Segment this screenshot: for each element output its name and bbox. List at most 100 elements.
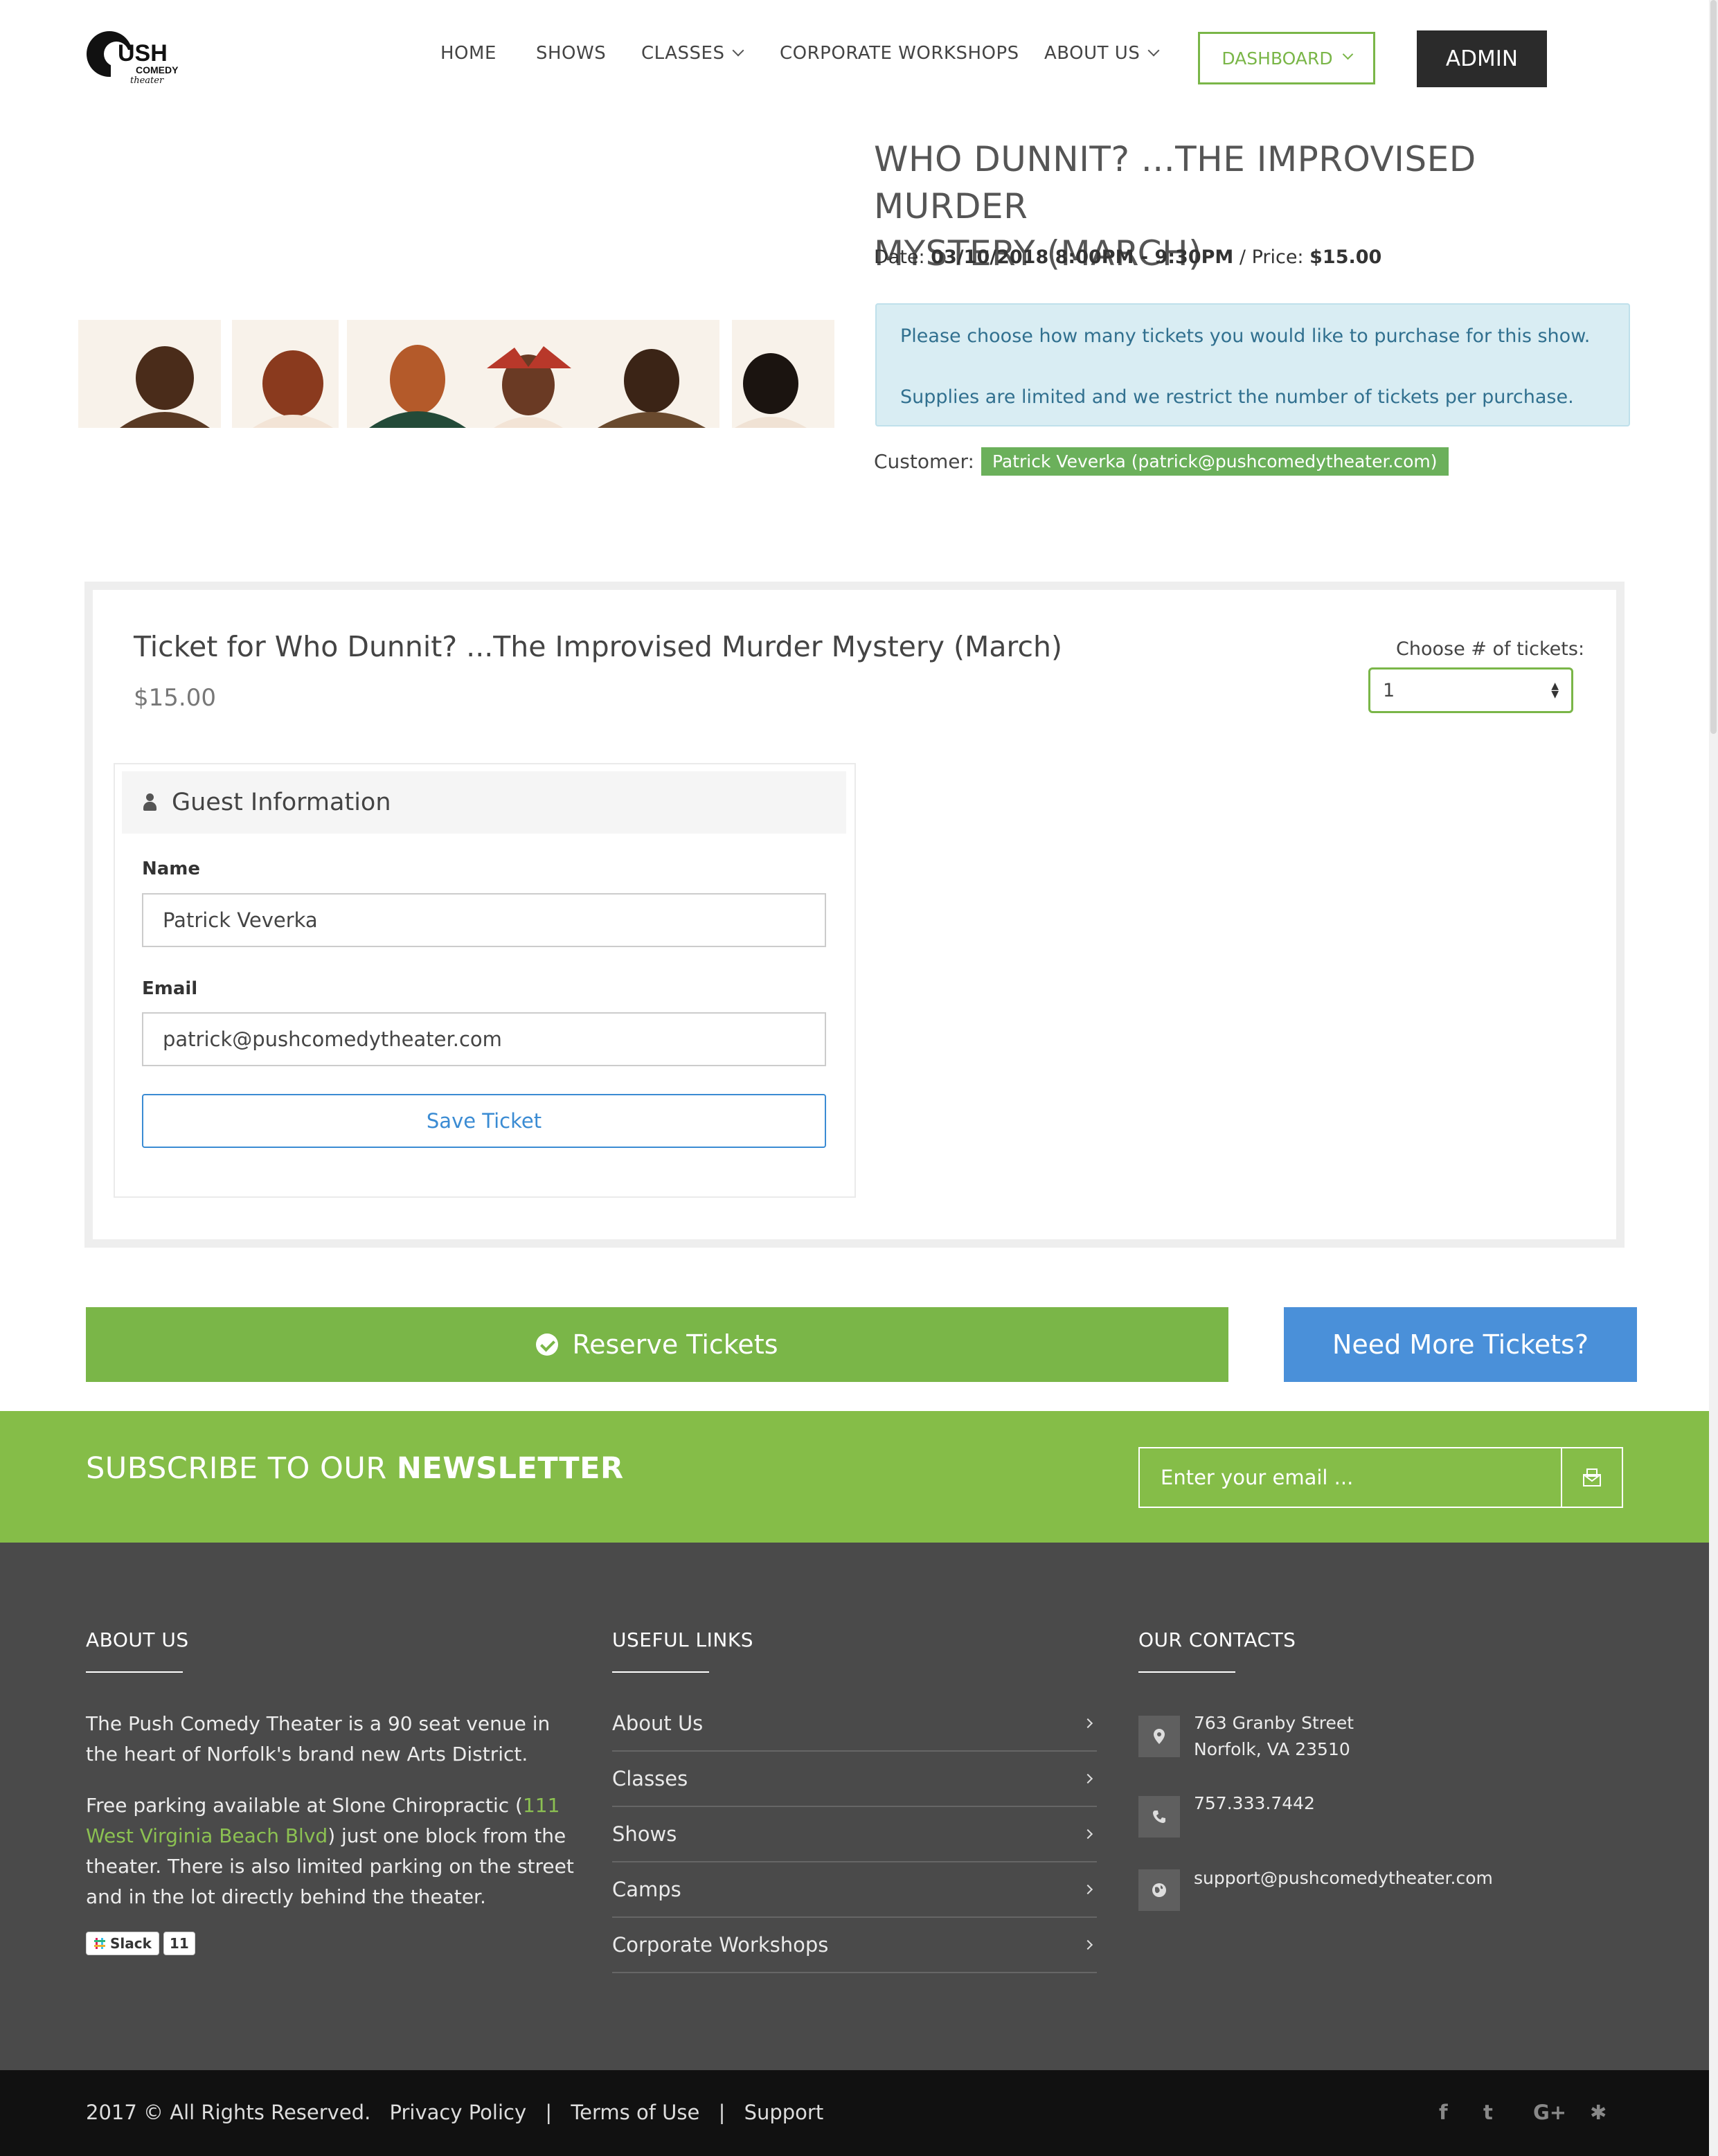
separator: | <box>718 2101 726 2124</box>
nav-home[interactable]: HOME <box>440 43 496 64</box>
reserve-tickets-label: Reserve Tickets <box>572 1329 778 1360</box>
footer-divider <box>1138 1671 1235 1673</box>
support-link[interactable]: Support <box>744 2101 824 2124</box>
name-field[interactable]: Patrick Veverka <box>142 893 826 947</box>
date-label: Date: <box>874 246 925 268</box>
slack-icon <box>94 1938 105 1949</box>
twitter-icon[interactable]: t <box>1483 2101 1493 2124</box>
footer-links-heading: USEFUL LINKS <box>612 1628 753 1651</box>
newsletter-heading: SUBSCRIBE TO OUR NEWSLETTER <box>86 1451 624 1486</box>
ticket-price: $15.00 <box>134 684 216 712</box>
footer-link-corporate-workshops[interactable]: Corporate Workshops <box>612 1918 1097 1973</box>
chevron-right-icon <box>1082 1829 1093 1840</box>
reserve-tickets-button[interactable]: Reserve Tickets <box>86 1307 1228 1382</box>
info-line-1: Please choose how many tickets you would… <box>900 325 1591 347</box>
select-arrows-icon: ▲ ▼ <box>1551 681 1559 700</box>
copyright-text: 2017 © All Rights Reserved. <box>86 2101 371 2124</box>
newsletter-heading-bold: NEWSLETTER <box>396 1451 624 1486</box>
need-more-tickets-button[interactable]: Need More Tickets? <box>1284 1307 1637 1382</box>
separator: | <box>545 2101 553 2124</box>
customer-label: Customer: <box>874 450 974 473</box>
save-ticket-button[interactable]: Save Ticket <box>142 1094 826 1148</box>
event-title-line1: WHO DUNNIT? ...THE IMPROVISED MURDER <box>874 139 1476 226</box>
nav-about-us-label: ABOUT US <box>1044 43 1140 64</box>
footer-divider <box>612 1671 709 1673</box>
event-meta: Date: 03/10/2018 8:00PM - 9:30PM / Price… <box>874 246 1381 268</box>
slack-button[interactable]: Slack <box>86 1932 159 1955</box>
chevron-right-icon <box>1082 1884 1093 1895</box>
contact-phone-link[interactable]: 757.333.7442 <box>1194 1790 1315 1817</box>
date-value: 03/10/2018 8:00PM - 9:30PM <box>931 246 1234 268</box>
admin-button[interactable]: ADMIN <box>1417 30 1547 87</box>
footer-about-text: The Push Comedy Theater is a 90 seat ven… <box>86 1712 551 1766</box>
push-comedy-logo[interactable]: USH COMEDY theater <box>83 25 194 87</box>
chevron-right-icon <box>1082 1939 1093 1950</box>
nav-classes[interactable]: CLASSES <box>641 43 744 64</box>
info-line-2: Supplies are limited and we restrict the… <box>900 386 1574 408</box>
chevron-down-icon <box>1147 44 1160 57</box>
check-circle-icon <box>536 1333 559 1356</box>
nav-about-us[interactable]: ABOUT US <box>1044 43 1160 64</box>
newsletter-submit-button[interactable] <box>1561 1447 1623 1508</box>
footer-link-label: Camps <box>612 1878 681 1901</box>
customer-badge: Patrick Veverka (patrick@pushcomedytheat… <box>981 447 1449 476</box>
footer-link-label: Shows <box>612 1822 677 1846</box>
chevron-down-icon <box>1342 48 1353 60</box>
footer-link-label: Classes <box>612 1767 688 1790</box>
parking-text-pre: Free parking available at Slone Chiropra… <box>86 1794 523 1817</box>
chevron-right-icon <box>1082 1773 1093 1784</box>
privacy-policy-link[interactable]: Privacy Policy <box>390 2101 527 2124</box>
slack-badge[interactable]: Slack 11 <box>86 1932 195 1955</box>
footer-link-shows[interactable]: Shows <box>612 1807 1097 1862</box>
slack-count: 11 <box>163 1932 195 1955</box>
chevron-right-icon <box>1082 1718 1093 1729</box>
newsletter-email-input[interactable]: Enter your email ... <box>1138 1447 1562 1508</box>
logo-subtext: COMEDY <box>136 64 179 75</box>
address-line-2: Norfolk, VA 23510 <box>1194 1739 1350 1759</box>
yelp-icon[interactable]: ✱ <box>1590 2101 1607 2124</box>
nav-corporate-workshops[interactable]: CORPORATE WORKSHOPS <box>780 43 1019 64</box>
user-icon <box>143 793 156 811</box>
customer-row: Customer: Patrick Veverka (patrick@pushc… <box>874 447 1449 476</box>
footer-link-label: Corporate Workshops <box>612 1933 829 1957</box>
newsletter-heading-prefix: SUBSCRIBE TO OUR <box>86 1451 387 1486</box>
footer-about-heading: ABOUT US <box>86 1628 189 1651</box>
footer-link-about-us[interactable]: About Us <box>612 1696 1097 1752</box>
guest-information-title: Guest Information <box>172 789 391 816</box>
guest-information-header: Guest Information <box>122 771 846 834</box>
footer-divider <box>86 1671 183 1673</box>
footer-parking-text: Free parking available at Slone Chiropra… <box>86 1790 584 1912</box>
contact-address: 763 Granby Street Norfolk, VA 23510 <box>1194 1710 1354 1763</box>
price-label: / Price: <box>1239 246 1304 268</box>
ticket-quantity-select[interactable]: 1 ▲ ▼ <box>1368 667 1573 713</box>
email-field[interactable]: patrick@pushcomedytheater.com <box>142 1012 826 1066</box>
email-label: Email <box>142 978 198 999</box>
nav-shows[interactable]: SHOWS <box>536 43 606 64</box>
slack-label: Slack <box>110 1935 152 1952</box>
copyright-row: 2017 © All Rights Reserved. Privacy Poli… <box>86 2101 823 2124</box>
footer-contacts-heading: OUR CONTACTS <box>1138 1628 1296 1651</box>
nav-classes-label: CLASSES <box>641 43 725 64</box>
logo-script: theater <box>130 75 164 86</box>
globe-icon <box>1138 1869 1180 1911</box>
facebook-icon[interactable]: f <box>1439 2101 1448 2124</box>
dashboard-button-label: DASHBOARD <box>1222 48 1333 69</box>
footer-link-classes[interactable]: Classes <box>612 1752 1097 1807</box>
google-plus-icon[interactable]: G+ <box>1533 2101 1566 2124</box>
ticket-title: Ticket for Who Dunnit? ...The Improvised… <box>134 630 1063 663</box>
scrollbar-thumb[interactable] <box>1710 0 1717 734</box>
phone-icon <box>1138 1796 1180 1838</box>
footer-link-camps[interactable]: Camps <box>612 1862 1097 1918</box>
envelope-icon <box>1583 1468 1601 1486</box>
contact-email[interactable]: support@pushcomedytheater.com <box>1194 1865 1493 1892</box>
map-marker-icon <box>1138 1716 1180 1757</box>
ticket-quantity-value: 1 <box>1383 679 1395 701</box>
address-line-1: 763 Granby Street <box>1194 1713 1354 1733</box>
name-label: Name <box>142 859 201 879</box>
footer-link-label: About Us <box>612 1712 704 1735</box>
terms-of-use-link[interactable]: Terms of Use <box>571 2101 699 2124</box>
dashboard-button[interactable]: DASHBOARD <box>1198 32 1375 84</box>
ticket-info-alert: Please choose how many tickets you would… <box>875 303 1630 426</box>
chevron-down-icon <box>732 44 744 57</box>
event-image <box>78 320 834 428</box>
